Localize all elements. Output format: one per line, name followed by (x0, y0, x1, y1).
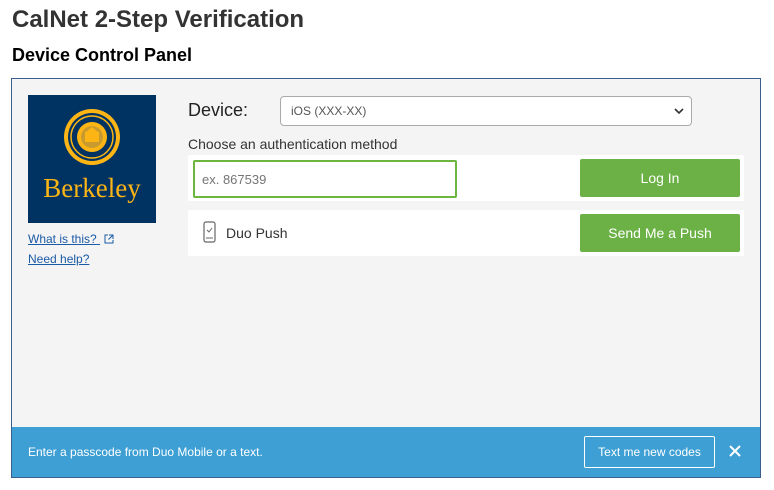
page-subtitle: Device Control Panel (12, 45, 193, 65)
text-new-codes-button[interactable]: Text me new codes (584, 436, 715, 468)
duo-panel: Berkeley What is this? Need help? Device… (11, 78, 761, 478)
external-link-icon (104, 234, 114, 244)
device-label: Device: (188, 100, 249, 120)
logo-wordmark: Berkeley (43, 173, 141, 203)
duo-push-row: Duo Push Send Me a Push (188, 210, 744, 256)
what-is-this-label: What is this? (28, 232, 97, 246)
status-message: Enter a passcode from Duo Mobile or a te… (28, 445, 263, 459)
status-bar: Enter a passcode from Duo Mobile or a te… (12, 427, 760, 477)
device-selected-value: iOS (XXX-XX) (291, 104, 367, 118)
phone-icon (203, 221, 216, 243)
passcode-row: Log In (188, 155, 744, 201)
auth-method-label: Choose an authentication method (188, 136, 398, 152)
berkeley-logo: Berkeley (28, 95, 156, 223)
need-help-link[interactable]: Need help? (28, 252, 89, 266)
passcode-input[interactable] (193, 160, 457, 198)
device-select[interactable]: iOS (XXX-XX) (280, 96, 692, 126)
page-title: CalNet 2-Step Verification (12, 6, 305, 33)
close-icon[interactable] (728, 444, 742, 458)
log-in-button[interactable]: Log In (580, 159, 740, 197)
duo-push-label: Duo Push (226, 225, 288, 241)
chevron-down-icon (674, 108, 684, 115)
what-is-this-link[interactable]: What is this? (28, 232, 114, 246)
send-push-button[interactable]: Send Me a Push (580, 214, 740, 252)
